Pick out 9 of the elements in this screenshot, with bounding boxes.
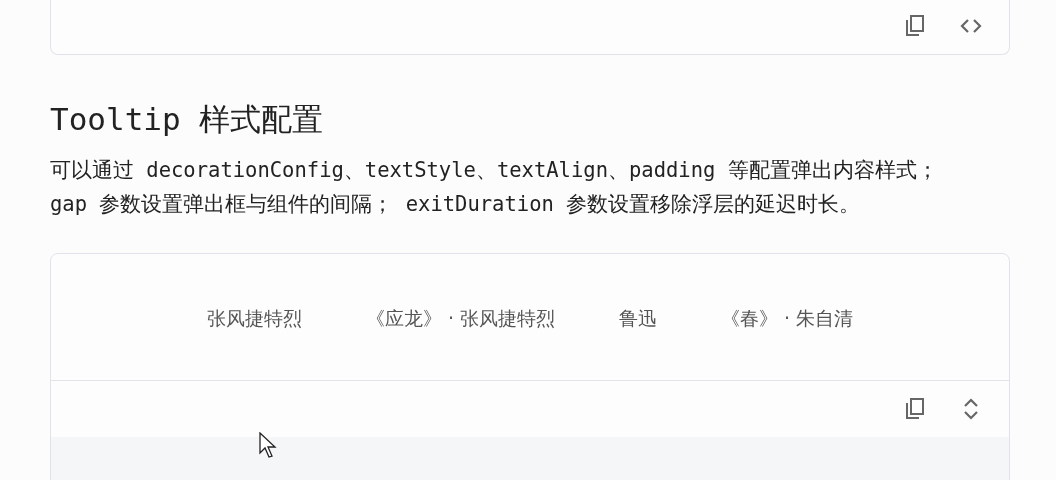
copy-icon[interactable] [903,397,927,421]
copy-icon[interactable] [903,14,927,38]
section-description: 可以通过 decorationConfig、textStyle、textAlign、padding 等配置弹出内容样式； gap 参数设置弹出框与组件的间隔； exitDuration 参数设置移除浮层的延迟时长。 [50,157,939,218]
tooltip-trigger-text[interactable]: 《春》 · 朱自清 [721,304,854,332]
tooltip-trigger-text[interactable]: 张风捷特烈 [206,304,302,332]
tooltip-trigger-text[interactable]: 鲁迅 [619,304,657,332]
tooltip-trigger-text[interactable]: 《应龙》 · 张风捷特烈 [365,304,555,332]
mouse-cursor-icon [259,432,279,460]
section-title: Tooltip 样式配置 [50,100,325,139]
